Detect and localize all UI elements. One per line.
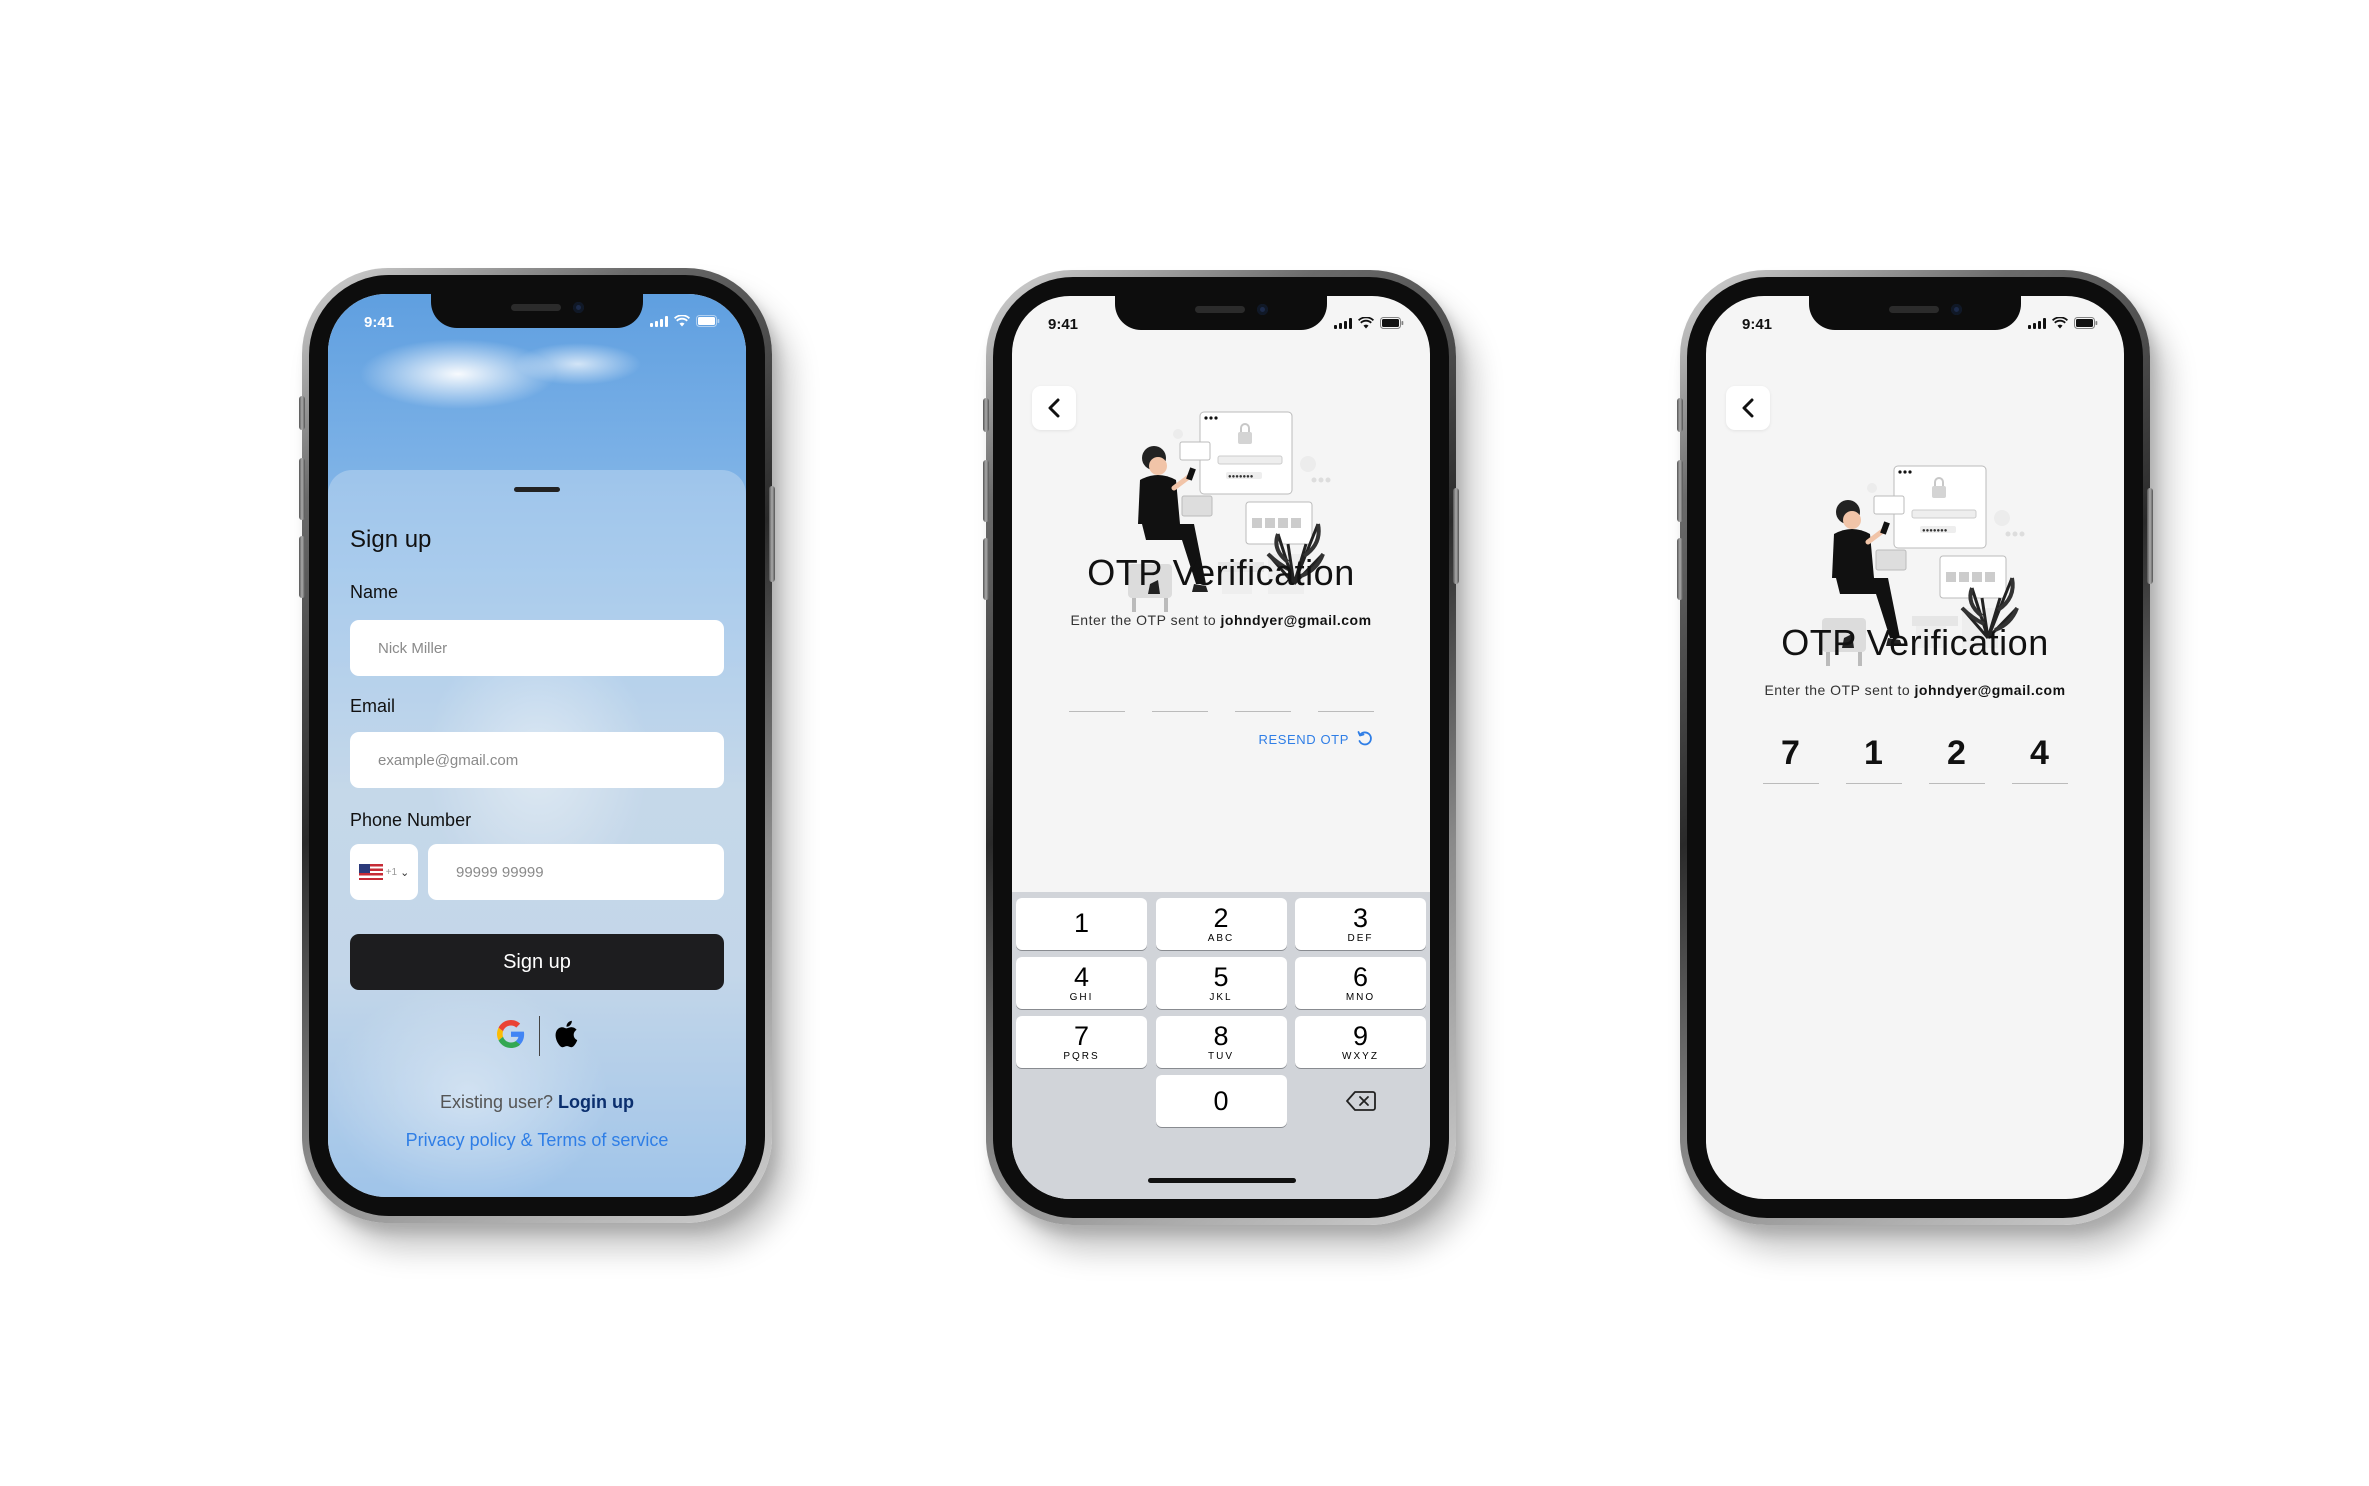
battery-icon (2074, 317, 2098, 329)
otp-subtitle-prefix: Enter the OTP sent to (1070, 612, 1217, 628)
otp-digit-1[interactable] (1068, 662, 1125, 712)
us-flag-icon (358, 864, 383, 880)
email-input[interactable] (350, 732, 724, 788)
google-icon[interactable] (496, 1020, 525, 1052)
name-input[interactable] (350, 620, 724, 676)
key-3[interactable]: 3 DEF (1295, 898, 1426, 950)
backspace-icon (1345, 1091, 1376, 1111)
signup-screen: 9:41 Sign up Name Email Phone Number +1 … (328, 294, 746, 1197)
otp-digit-2[interactable]: 1 (1845, 726, 1902, 784)
svg-text:●●●●●●●: ●●●●●●● (1922, 528, 1948, 534)
otp-digit-3[interactable] (1234, 662, 1291, 712)
apple-icon[interactable] (554, 1020, 578, 1052)
numeric-keypad: 1 2 ABC 3 DEF 4 GHI 5 JKL 6 MNO 7 PQRS 8 TUV 9W… (1012, 892, 1430, 1199)
email-label: Email (350, 696, 396, 716)
volume-up-button (1677, 460, 1683, 522)
mute-switch (299, 396, 305, 430)
back-button[interactable] (1032, 386, 1076, 430)
phone-otp-entry: 9:41 ●●●●●●● OTP Verification Enter the … (983, 270, 1459, 1225)
wifi-icon (1358, 317, 1374, 329)
status-time: 9:41 (364, 314, 395, 331)
signal-icon (650, 316, 668, 327)
existing-user-row: Existing user? Login up (328, 1092, 746, 1113)
phone-input[interactable] (428, 844, 724, 900)
resend-otp-label: RESEND OTP (1258, 731, 1349, 747)
otp-input-row: 7 1 2 4 (1706, 726, 2124, 784)
chevron-left-icon (1742, 398, 1754, 418)
home-indicator[interactable] (1148, 1178, 1296, 1183)
otp-title: OTP Verification (1087, 552, 1355, 593)
power-button (1453, 488, 1459, 584)
country-code-select[interactable]: +1 ⌄ (350, 844, 418, 900)
otp-subtitle-prefix: Enter the OTP sent to (1764, 682, 1911, 698)
otp-filled-screen: 9:41 ●●●●●●● OTP Verification Enter the … (1706, 296, 2124, 1199)
otp-email: johndyer@gmail.com (1914, 682, 2066, 698)
sheet-handle[interactable] (514, 487, 560, 492)
otp-digit-2[interactable] (1151, 662, 1208, 712)
refresh-icon (1357, 731, 1372, 746)
otp-digit-4[interactable]: 4 (2011, 726, 2068, 784)
social-divider (538, 1016, 540, 1056)
volume-down-button (299, 536, 305, 598)
status-time: 9:41 (1742, 316, 1773, 333)
key-5[interactable]: 5 JKL (1155, 957, 1287, 1009)
key-blank (1016, 1075, 1147, 1127)
key-7[interactable]: 7 PQRS (1016, 1016, 1147, 1068)
signup-title: Sign up (350, 526, 432, 553)
existing-user-text: Existing user? (439, 1092, 554, 1112)
volume-down-button (1677, 538, 1683, 600)
otp-digit-4[interactable] (1317, 662, 1374, 712)
power-button (769, 486, 775, 582)
phone-label: Phone Number (350, 810, 472, 830)
social-login-row (328, 1016, 746, 1056)
power-button (2147, 488, 2153, 584)
svg-text:●●●●●●●: ●●●●●●● (1228, 474, 1254, 480)
otp-digit-1[interactable]: 7 (1762, 726, 1819, 784)
key-8[interactable]: 8 TUV (1155, 1016, 1287, 1068)
volume-up-button (983, 460, 989, 522)
key-6[interactable]: 6 MNO (1295, 957, 1426, 1009)
battery-icon (1380, 317, 1404, 329)
otp-subtitle: Enter the OTP sent to johndyer@gmail.com (1012, 612, 1430, 628)
signal-icon (2028, 318, 2046, 329)
wifi-icon (2052, 317, 2068, 329)
notch (431, 294, 643, 328)
mute-switch (983, 398, 989, 432)
volume-up-button (299, 458, 305, 520)
otp-entry-screen: 9:41 ●●●●●●● OTP Verification Enter the … (1012, 296, 1430, 1199)
key-2[interactable]: 2 ABC (1155, 898, 1287, 950)
status-time: 9:41 (1048, 316, 1079, 333)
key-9[interactable]: 9 WXYZ (1295, 1016, 1426, 1068)
legal-link[interactable]: Privacy policy & Terms of service (328, 1130, 746, 1151)
volume-down-button (983, 538, 989, 600)
notch (1809, 296, 2021, 330)
key-1[interactable]: 1 (1016, 898, 1147, 950)
otp-input-row (1012, 662, 1430, 712)
chevron-down-icon: ⌄ (400, 865, 410, 879)
signal-icon (1334, 318, 1352, 329)
notch (1115, 296, 1327, 330)
resend-otp-button[interactable]: RESEND OTP (1258, 730, 1374, 748)
signup-button[interactable]: Sign up (350, 934, 724, 990)
otp-subtitle: Enter the OTP sent to johndyer@gmail.com (1706, 682, 2124, 698)
key-delete[interactable] (1295, 1075, 1426, 1127)
wifi-icon (674, 315, 690, 327)
chevron-left-icon (1048, 398, 1060, 418)
phone-signup: 9:41 Sign up Name Email Phone Number +1 … (299, 268, 775, 1223)
login-link[interactable]: Login up (558, 1092, 634, 1112)
phone-otp-filled: 9:41 ●●●●●●● OTP Verification Enter the … (1677, 270, 2153, 1225)
otp-digit-3[interactable]: 2 (1928, 726, 1985, 784)
back-button[interactable] (1726, 386, 1770, 430)
key-0[interactable]: 0 (1155, 1075, 1287, 1127)
otp-email: johndyer@gmail.com (1220, 612, 1372, 628)
battery-icon (696, 315, 720, 327)
key-4[interactable]: 4 GHI (1016, 957, 1147, 1009)
country-code: +1 (385, 866, 398, 878)
name-label: Name (350, 582, 399, 602)
otp-title: OTP Verification (1781, 622, 2049, 663)
mute-switch (1677, 398, 1683, 432)
signup-sheet: Sign up Name Email Phone Number +1 ⌄ Sig… (328, 470, 746, 1197)
